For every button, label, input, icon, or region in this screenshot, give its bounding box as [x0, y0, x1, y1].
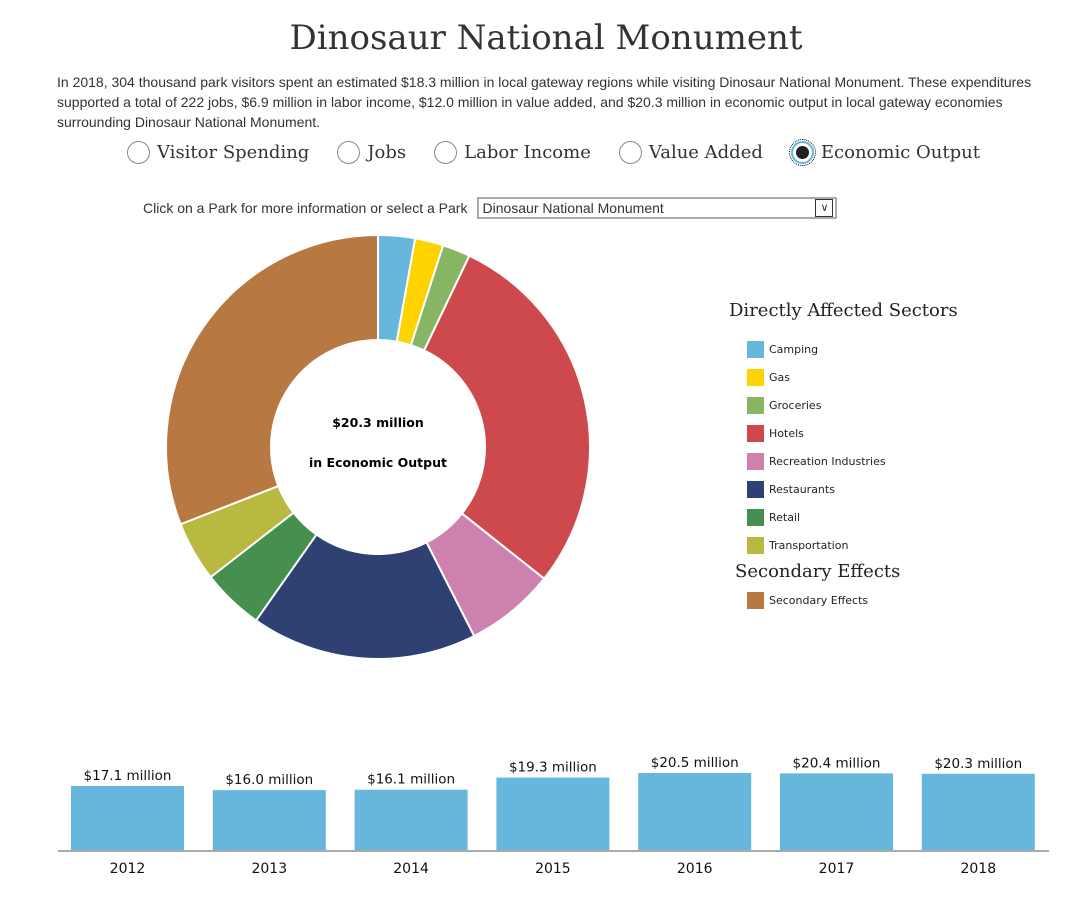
bar-data-label: $20.5 million	[651, 755, 739, 771]
x-tick-label: 2016	[677, 861, 713, 877]
legend-label: Transportation	[769, 538, 849, 552]
x-tick-label: 2015	[535, 861, 571, 877]
bar-data-label: $16.1 million	[367, 772, 455, 788]
legend-swatch	[747, 368, 764, 386]
x-tick-label: 2014	[393, 861, 429, 877]
legend-swatch	[747, 480, 764, 498]
x-tick-label: 2017	[819, 861, 855, 877]
legend-title-direct: Directly Affected Sectors	[729, 300, 958, 321]
legend-swatch	[747, 536, 764, 554]
bar-data-label: $19.3 million	[509, 760, 597, 776]
x-tick-label: 2013	[251, 861, 287, 877]
bar-data-label: $20.3 million	[934, 756, 1022, 772]
legend-swatch	[747, 591, 764, 609]
legend-title-secondary: Secondary Effects	[735, 561, 901, 582]
bar-2014[interactable]	[354, 789, 468, 851]
legend-item-retail[interactable]: Retail	[747, 503, 958, 531]
legend-item-secondary-effects[interactable]: Secondary Effects	[747, 586, 958, 614]
legend-label: Gas	[769, 370, 790, 384]
legend-item-gas[interactable]: Gas	[747, 363, 958, 391]
legend-item-camping[interactable]: Camping	[747, 335, 958, 363]
bar-2018[interactable]	[921, 773, 1035, 851]
bar-data-label: $17.1 million	[84, 768, 172, 784]
legend-swatch	[747, 508, 764, 526]
legend-item-groceries[interactable]: Groceries	[747, 391, 958, 419]
legend-swatch	[747, 424, 764, 442]
chart-legend: Directly Affected Sectors Camping Gas Groc…	[729, 300, 958, 614]
bar-2016[interactable]	[638, 773, 752, 851]
legend-label: Retail	[769, 510, 801, 524]
bar-2015[interactable]	[496, 777, 610, 851]
legend-item-recreation-industries[interactable]: Recreation Industries	[747, 447, 958, 475]
legend-label: Recreation Industries	[769, 454, 886, 468]
x-tick-label: 2018	[960, 861, 996, 877]
legend-swatch	[747, 452, 764, 470]
legend-item-hotels[interactable]: Hotels	[747, 419, 958, 447]
legend-label: Hotels	[769, 426, 804, 440]
x-tick-label: 2012	[110, 861, 146, 877]
donut-slice-secondary-effects[interactable]	[165, 233, 379, 526]
legend-item-transportation[interactable]: Transportation	[747, 531, 958, 559]
bar-2017[interactable]	[780, 773, 893, 851]
legend-label: Secondary Effects	[769, 593, 869, 607]
legend-label: Restaurants	[769, 482, 835, 496]
bar-data-label: $16.0 million	[225, 772, 313, 788]
legend-swatch	[747, 340, 764, 358]
legend-label: Groceries	[769, 398, 822, 412]
legend-label: Camping	[769, 342, 819, 356]
legend-item-restaurants[interactable]: Restaurants	[747, 475, 958, 503]
legend-swatch	[747, 396, 764, 414]
bar-2013[interactable]	[212, 790, 326, 851]
bar-2012[interactable]	[71, 785, 184, 851]
donut-center-caption: in Economic Output	[309, 455, 447, 470]
bar-data-label: $20.4 million	[793, 755, 881, 771]
donut-center-value: $20.3 million	[332, 415, 424, 430]
